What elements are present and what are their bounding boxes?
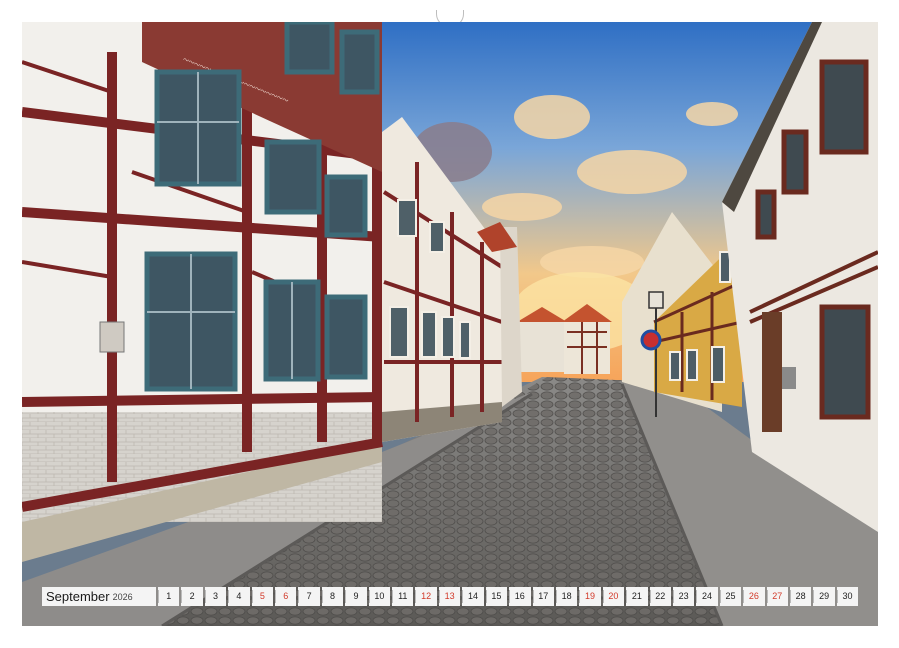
calendar-day: 20 — [602, 587, 625, 606]
calendar-day: 12 — [415, 587, 437, 606]
calendar-day: 8 — [321, 587, 344, 606]
calendar-day: 9 — [345, 587, 367, 606]
calendar-day: 6 — [275, 587, 297, 606]
calendar-day: 26 — [743, 587, 765, 606]
year-label: 2026 — [112, 591, 133, 602]
calendar-day: 17 — [532, 587, 554, 606]
calendar-photo: ~~~~~~~~~~~~~~~~~~~ — [22, 22, 878, 626]
calendar-day: 19 — [579, 587, 601, 606]
street-scene: ~~~~~~~~~~~~~~~~~~~ — [22, 22, 878, 626]
calendar-day: 4 — [228, 587, 250, 606]
calendar-day: 5 — [251, 587, 274, 606]
month-label: September 2026 — [42, 587, 156, 606]
calendar-day: 14 — [462, 587, 484, 606]
left-house: ~~~~~~~~~~~~~~~~~~~ — [22, 22, 383, 562]
calendar-day: 7 — [298, 587, 320, 606]
calendar-day: 3 — [204, 587, 227, 606]
calendar-day: 16 — [509, 587, 531, 606]
calendar-day: 30 — [836, 587, 859, 606]
month-name: September — [46, 589, 110, 604]
calendar-day: 29 — [813, 587, 835, 606]
calendar-day: 23 — [672, 587, 695, 606]
calendar-day: 11 — [392, 587, 414, 606]
calendar-day: 27 — [766, 587, 788, 606]
no-parking-sign — [640, 329, 662, 351]
calendar-day: 28 — [789, 587, 812, 606]
calendar-day: 10 — [368, 587, 391, 606]
calendar-day: 1 — [158, 587, 180, 606]
calendar-day: 24 — [696, 587, 718, 606]
calendar-day: 18 — [555, 587, 578, 606]
calendar-day: 15 — [485, 587, 508, 606]
calendar-day: 2 — [181, 587, 203, 606]
calendar-day: 22 — [649, 587, 671, 606]
calendar-day: 13 — [438, 587, 461, 606]
calendar-day: 25 — [719, 587, 742, 606]
calendar-grid: September 2026 1 2 3 4 5 6 7 8 9 10 11 12 13 14 15 16 17… — [42, 587, 859, 606]
calendar-day: 21 — [626, 587, 648, 606]
